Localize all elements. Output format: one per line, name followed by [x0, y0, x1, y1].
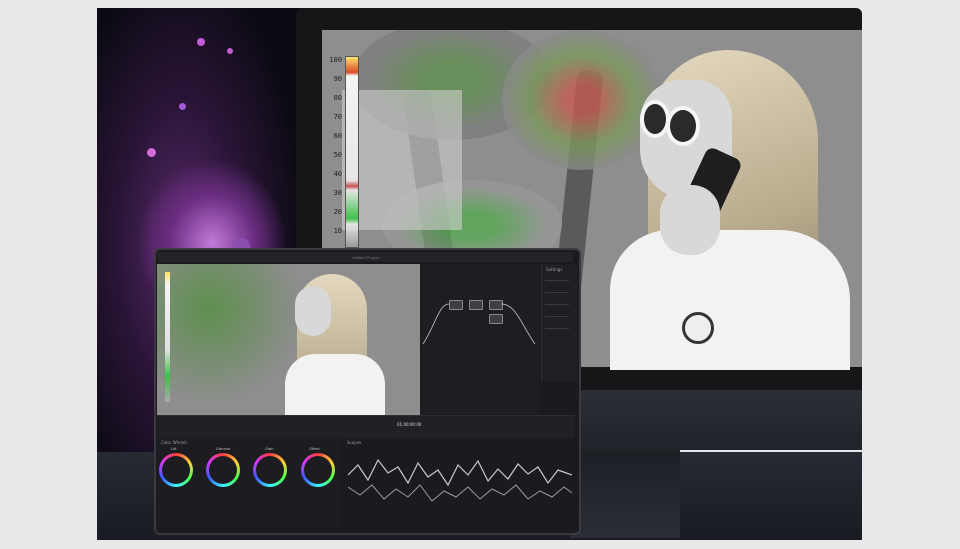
scope-label: Scopes — [347, 440, 362, 445]
offset-wheel[interactable] — [301, 453, 335, 487]
subject-hand — [660, 185, 720, 255]
meter-tick: 50 — [333, 151, 342, 159]
meter-tick: 60 — [333, 132, 342, 140]
particle — [147, 148, 156, 157]
particle — [227, 48, 233, 54]
building — [342, 90, 462, 230]
monitor-stand — [570, 450, 680, 538]
inspector-row — [545, 280, 569, 281]
wristwatch — [682, 312, 714, 344]
meter-tick: 30 — [333, 189, 342, 197]
glasses-lens — [666, 106, 700, 146]
laptop-viewer[interactable] — [157, 264, 420, 415]
meter-scale: 100 90 80 70 60 50 40 30 20 10 — [326, 56, 342, 246]
foliage — [502, 30, 662, 170]
color-wheels-title: Color Wheels — [161, 440, 188, 445]
meter-tick: 100 — [329, 56, 342, 64]
gain-wheel[interactable] — [253, 453, 287, 487]
lift-wheel[interactable] — [159, 453, 193, 487]
glasses-lens — [640, 100, 670, 138]
meter-tick: 20 — [333, 208, 342, 216]
playback-toolbar[interactable]: 01:00:00:00 — [157, 415, 575, 439]
inspector-row — [545, 328, 569, 329]
meter-tick: 80 — [333, 94, 342, 102]
wheel-label: Lift — [171, 446, 177, 451]
inspector-panel[interactable]: Settings — [541, 264, 577, 382]
particle — [197, 38, 205, 46]
inspector-row — [545, 304, 569, 305]
color-wheels-panel[interactable]: Color Wheels Lift Gamma Gain Offset — [157, 438, 341, 528]
node-connections — [422, 303, 536, 345]
meter-tick: 70 — [333, 113, 342, 121]
wheel-label: Gamma — [216, 446, 231, 451]
meter-tick: 10 — [333, 227, 342, 235]
subject-face — [295, 286, 331, 336]
wheel-label: Offset — [309, 446, 320, 451]
false-color-meter — [345, 56, 359, 248]
laptop-titlebar: Untitled Project — [158, 252, 573, 262]
meter-tick: 40 — [333, 170, 342, 178]
wheel-label: Gain — [265, 446, 274, 451]
toolbar-timecode: 01:00:00:00 — [397, 422, 422, 427]
particle — [179, 103, 186, 110]
settings-label: Settings — [546, 267, 563, 272]
node-editor[interactable] — [421, 264, 539, 414]
inspector-row — [545, 292, 569, 293]
inspector-row — [545, 316, 569, 317]
subject-shirt — [285, 354, 385, 415]
meter-tick: 90 — [333, 75, 342, 83]
waveform-trace — [348, 458, 572, 502]
project-title: Untitled Project — [351, 254, 380, 260]
false-color-meter — [165, 272, 170, 402]
subject-shirt — [610, 230, 850, 370]
gamma-wheel[interactable] — [206, 453, 240, 487]
